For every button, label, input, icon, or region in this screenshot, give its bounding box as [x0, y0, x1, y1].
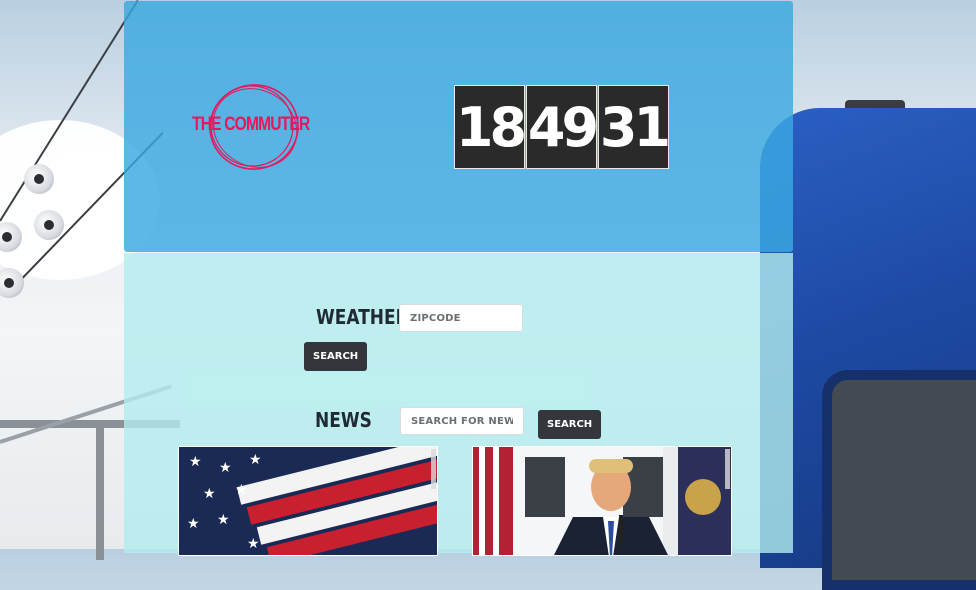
clock-minutes: 49 — [526, 85, 599, 169]
star-icon: ★ — [187, 516, 200, 532]
clock-seconds: 31 — [598, 85, 671, 169]
star-icon: ★ — [189, 454, 202, 470]
star-icon: ★ — [249, 452, 262, 468]
weather-search-button[interactable]: SEARCH — [304, 342, 368, 371]
logo-text: THE COMMUTER — [192, 114, 310, 135]
news-search-button[interactable]: SEARCH — [538, 410, 602, 439]
news-card-image[interactable] — [472, 446, 732, 556]
news-card-image[interactable]: ★ ★ ★ ★ ★ ★ ★ ★ — [178, 446, 438, 556]
insulator-icon — [24, 164, 54, 194]
star-icon: ★ — [219, 460, 232, 476]
news-search-input[interactable] — [400, 407, 524, 435]
clock-hours: 18 — [454, 85, 527, 169]
star-icon: ★ — [235, 482, 248, 498]
photo-credit — [431, 449, 436, 489]
insulator-icon — [34, 210, 64, 240]
star-icon: ★ — [203, 486, 216, 502]
photo-credit — [725, 449, 730, 489]
news-photo-icon — [473, 447, 731, 555]
app-logo[interactable]: THE COMMUTER — [188, 80, 318, 175]
news-label: NEWS — [315, 408, 372, 432]
gantry-post — [96, 420, 104, 560]
train-window — [822, 370, 976, 590]
weather-result-area — [187, 372, 589, 402]
zipcode-input[interactable] — [399, 304, 523, 332]
star-icon: ★ — [217, 512, 230, 528]
weather-label: WEATHER — [316, 305, 409, 329]
digital-clock: 18 49 31 — [454, 85, 671, 169]
insulator-icon — [0, 268, 24, 298]
